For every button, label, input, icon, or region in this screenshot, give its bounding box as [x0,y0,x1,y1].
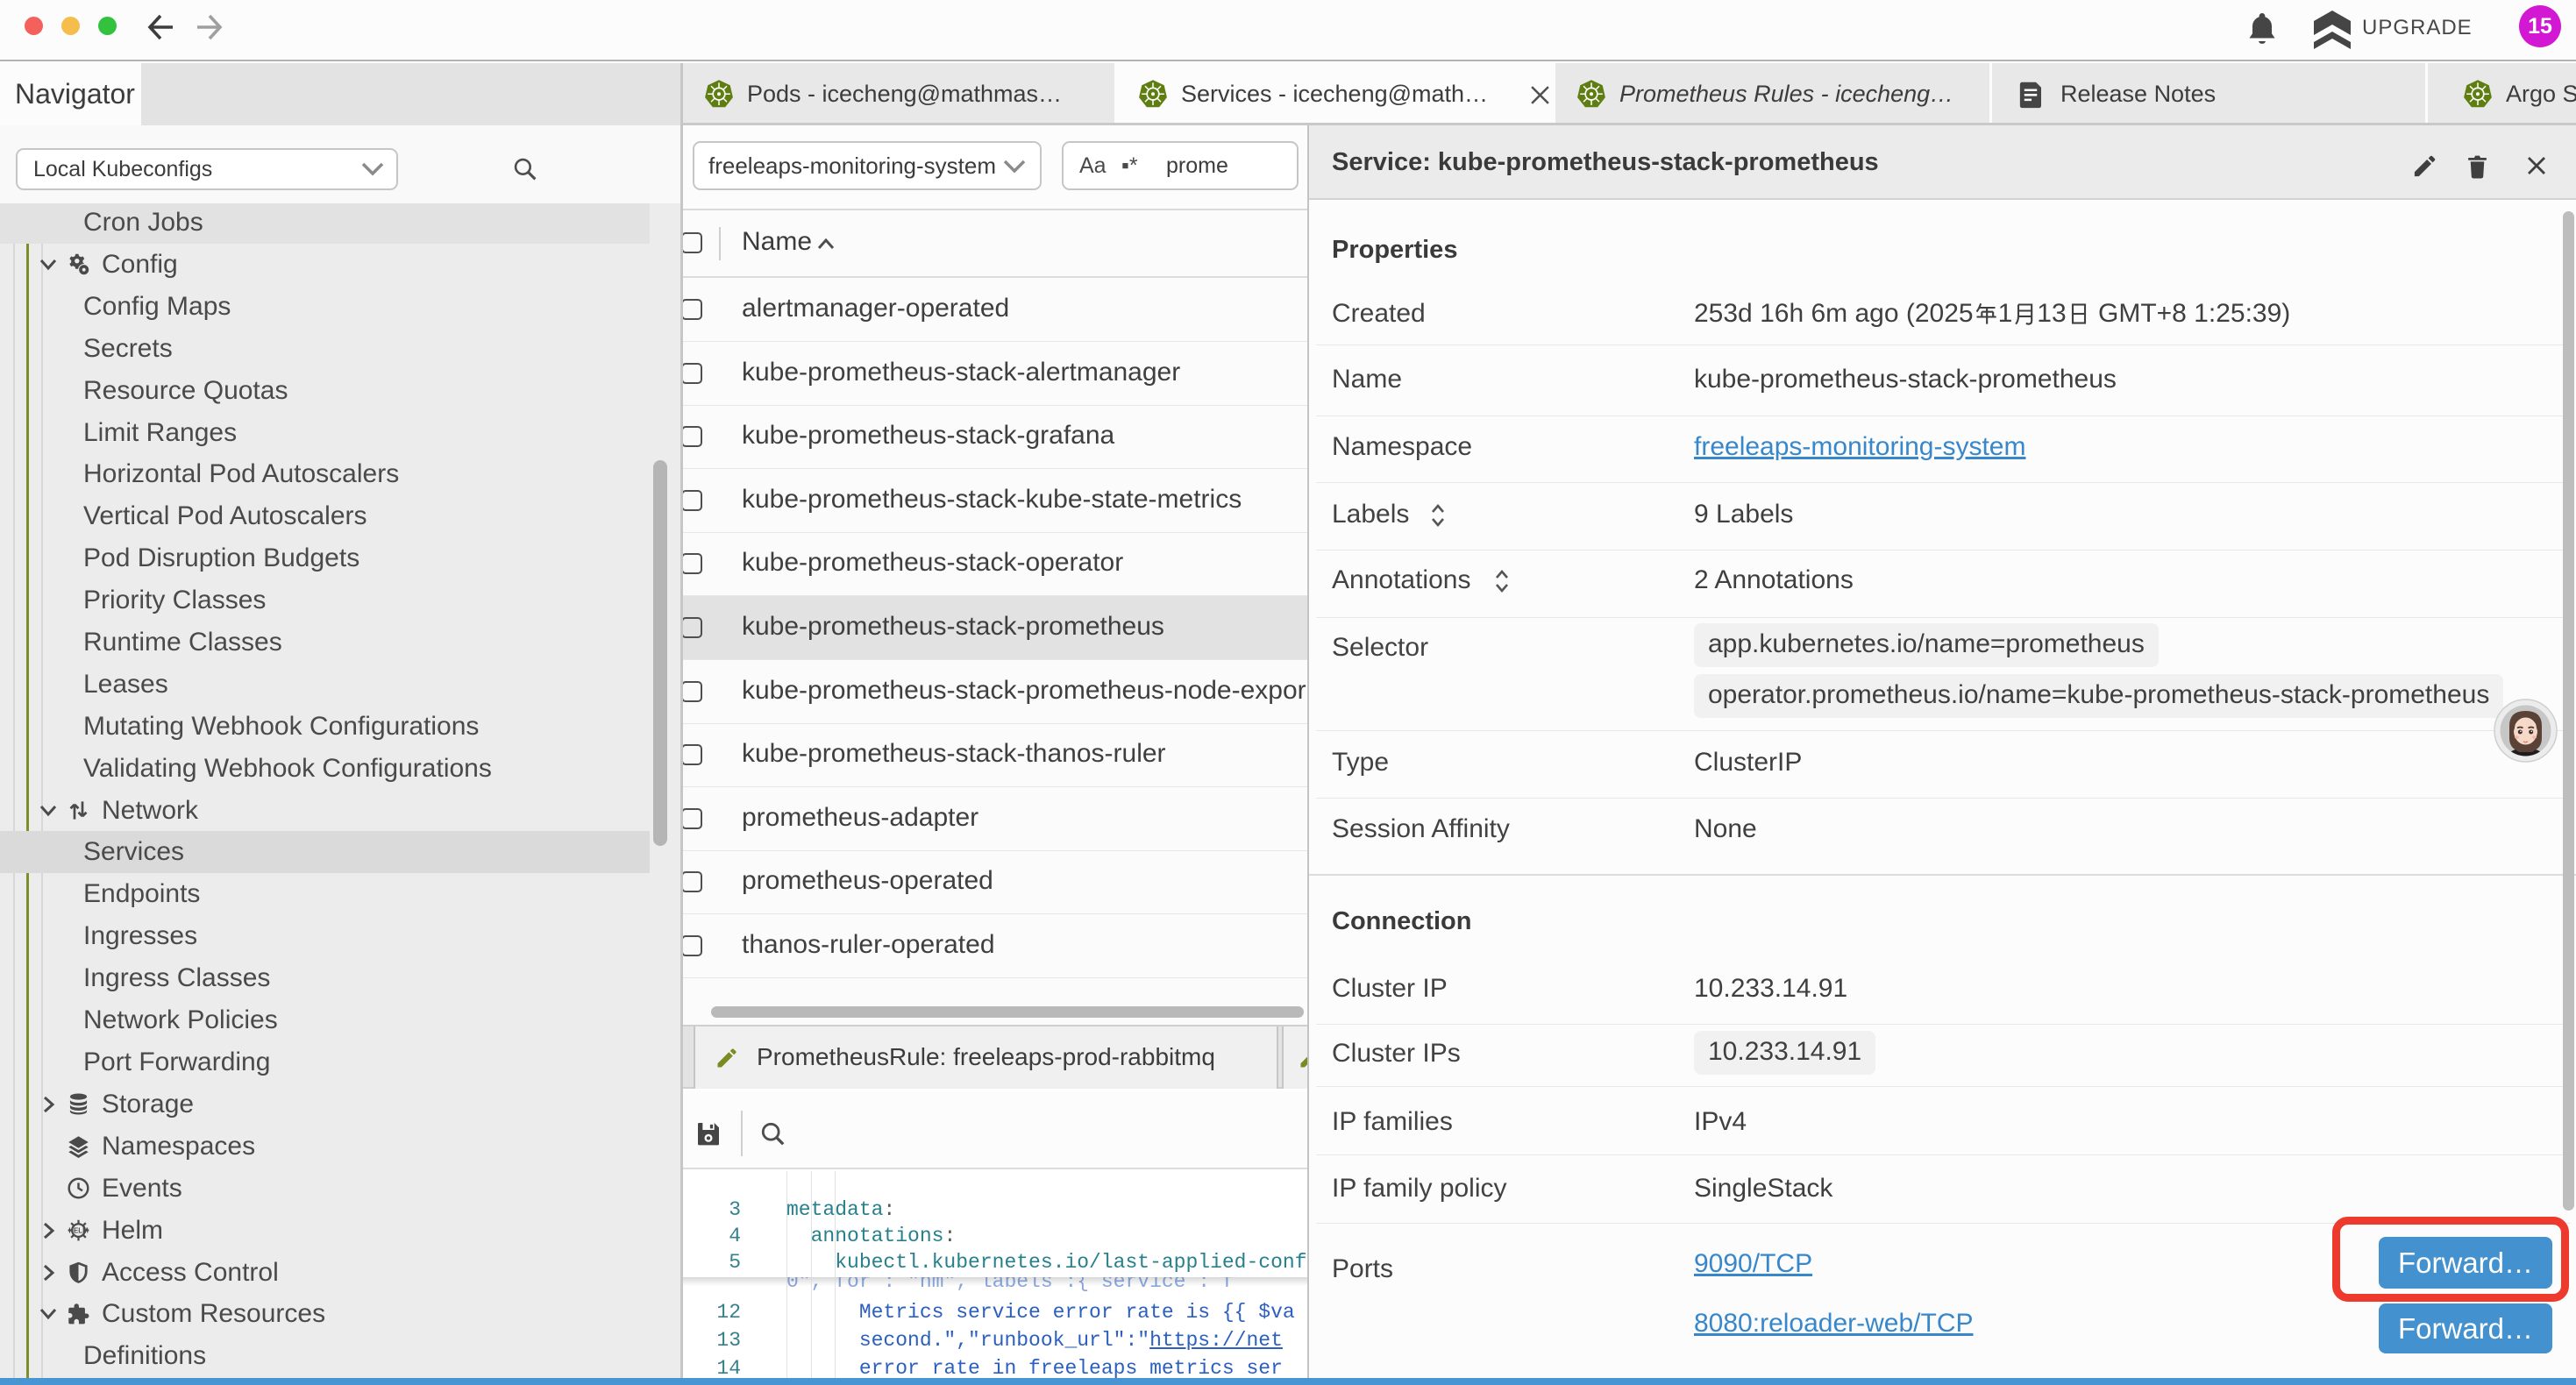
svg-text:HELM: HELM [68,1227,89,1235]
